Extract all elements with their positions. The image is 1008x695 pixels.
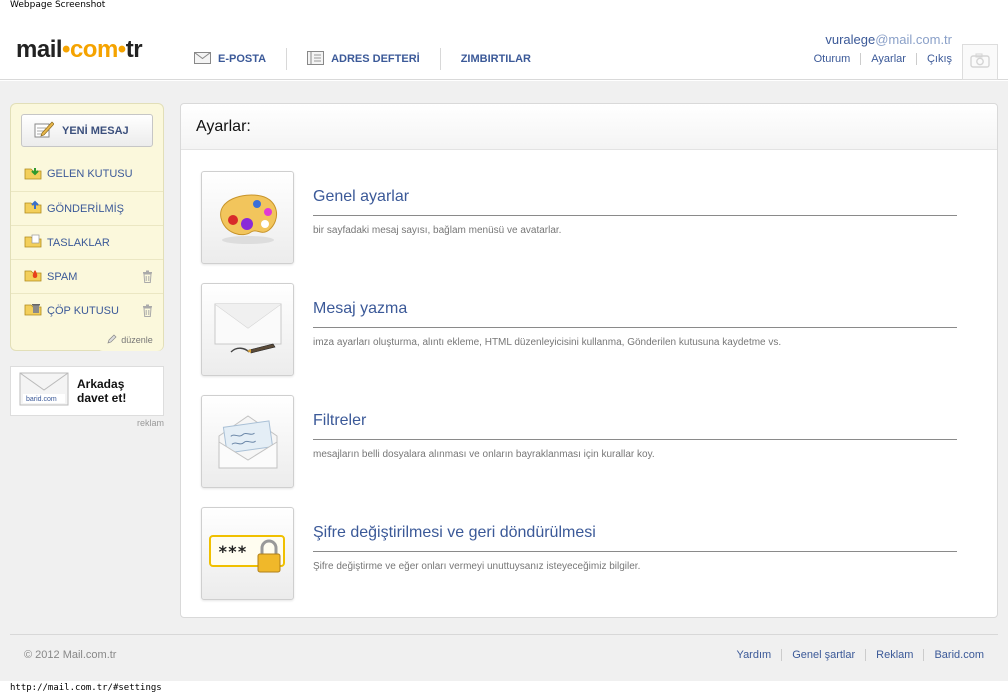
invite-line2: davet et! (77, 391, 127, 405)
compose-icon (34, 120, 55, 141)
setting-password-desc: Şifre değiştirme ve eğer onları vermeyi … (313, 561, 641, 572)
setting-password: *** Şifre değiştirilmesi ve geri döndürü… (201, 507, 977, 601)
palette-icon[interactable] (201, 171, 294, 264)
nav-email[interactable]: E-POSTA (194, 48, 288, 70)
settings-link[interactable]: Ayarlar (861, 53, 917, 65)
help-link[interactable]: Yardım (727, 649, 783, 661)
logo-tr: tr (125, 36, 143, 63)
footer-links: Yardım Genel şartlar Reklam Barid.com (727, 649, 984, 661)
site-logo[interactable]: mail•com•tr (16, 36, 143, 64)
screenshot-caption: Webpage Screenshot (10, 0, 106, 10)
logout-link[interactable]: Çıkış (917, 53, 952, 65)
panel-title: Ayarlar: (181, 104, 997, 150)
setting-compose: Mesaj yazma imza ayarları oluşturma, alı… (201, 283, 977, 377)
divider (313, 327, 957, 328)
header: mail•com•tr E-POSTA ADRES DEFTERİ ZIMBIR… (0, 12, 1008, 80)
user-links: Oturum Ayarlar Çıkış (804, 53, 952, 65)
barid-brand-text: barid.com (26, 396, 57, 403)
new-message-button[interactable]: YENİ MESAJ (21, 114, 153, 147)
folder-spam[interactable]: SPAM (11, 259, 163, 293)
folder-inbox[interactable]: GELEN KUTUSU (11, 157, 163, 191)
setting-compose-desc: imza ayarları oluşturma, alıntı ekleme, … (313, 337, 782, 348)
folder-spam-label: SPAM (47, 270, 78, 283)
envelope-pen-icon[interactable] (201, 283, 294, 376)
divider (313, 439, 957, 440)
invite-text: Arkadaş davet et! (77, 377, 126, 405)
drafts-folder-icon (24, 234, 42, 251)
ad-label: reklam (136, 418, 164, 428)
empty-trash-icon[interactable] (142, 304, 153, 320)
invite-line1: Arkadaş (77, 377, 125, 391)
password-mask-text: *** (218, 542, 247, 561)
logo-dot: • (117, 36, 126, 63)
status-bar-url: http://mail.com.tr/#settings (10, 683, 162, 693)
divider (313, 215, 957, 216)
envelope-icon (194, 51, 211, 67)
spam-folder-icon (24, 268, 42, 285)
copyright: © 2012 Mail.com.tr (24, 649, 117, 661)
folder-trash-label: ÇÖP KUTUSU (47, 304, 119, 317)
new-message-label: YENİ MESAJ (62, 124, 129, 137)
folder-drafts[interactable]: TASLAKLAR (11, 225, 163, 259)
pencil-icon (107, 334, 117, 346)
sent-folder-icon (24, 200, 42, 217)
folder-list: GELEN KUTUSU GÖNDERİLMİŞ TASLAKLAR SPAM (11, 157, 163, 327)
nav-extras[interactable]: ZIMBIRTILAR (441, 48, 551, 70)
empty-spam-icon[interactable] (142, 270, 153, 286)
barid-link[interactable]: Barid.com (924, 649, 984, 661)
folder-trash[interactable]: ÇÖP KUTUSU (11, 293, 163, 327)
top-navigation: E-POSTA ADRES DEFTERİ ZIMBIRTILAR (194, 48, 551, 70)
folder-sent[interactable]: GÖNDERİLMİŞ (11, 191, 163, 225)
setting-general-title[interactable]: Genel ayarlar (313, 188, 409, 206)
edit-folders-link[interactable]: düzenle (97, 329, 163, 351)
folder-panel: YENİ MESAJ GELEN KUTUSU GÖNDERİLMİŞ TASL… (10, 103, 164, 351)
setting-filters-desc: mesajların belli dosyalara alınması ve o… (313, 449, 655, 460)
setting-compose-title[interactable]: Mesaj yazma (313, 300, 407, 318)
logo-com: com (69, 36, 118, 63)
setting-filters: Filtreler mesajların belli dosyalara alı… (201, 395, 977, 489)
nav-extras-label: ZIMBIRTILAR (460, 53, 531, 65)
camera-icon (970, 53, 990, 72)
folder-sent-label: GÖNDERİLMİŞ (47, 202, 125, 215)
user-email: vuralege@mail.com.tr (804, 32, 952, 47)
terms-link[interactable]: Genel şartlar (782, 649, 867, 661)
edit-folders-label: düzenle (121, 335, 153, 345)
settings-panel: Ayarlar: Genel ayarlar bir sayfadaki mes… (180, 103, 998, 618)
address-book-icon (307, 50, 325, 68)
divider (313, 551, 957, 552)
logo-dot: • (62, 36, 70, 63)
advertising-link[interactable]: Reklam (866, 649, 925, 661)
user-box: vuralege@mail.com.tr Oturum Ayarlar Çıkı… (804, 32, 952, 65)
user-domain: @mail.com.tr (875, 32, 952, 47)
trash-folder-icon (24, 302, 42, 319)
setting-general-desc: bir sayfadaki mesaj sayısı, bağlam menüs… (313, 225, 562, 236)
user-name: vuralege (825, 32, 876, 47)
inbox-folder-icon (24, 166, 42, 183)
folder-inbox-label: GELEN KUTUSU (47, 168, 133, 180)
nav-email-label: E-POSTA (218, 53, 267, 65)
password-lock-icon[interactable]: *** (201, 507, 294, 600)
invite-friend-banner[interactable]: barid.com Arkadaş davet et! (10, 366, 164, 416)
barid-envelope-icon: barid.com (19, 372, 69, 410)
nav-address-book[interactable]: ADRES DEFTERİ (287, 48, 441, 70)
setting-general: Genel ayarlar bir sayfadaki mesaj sayısı… (201, 171, 977, 265)
session-link[interactable]: Oturum (804, 53, 862, 65)
open-letter-icon[interactable] (201, 395, 294, 488)
setting-filters-title[interactable]: Filtreler (313, 412, 366, 430)
avatar[interactable] (962, 44, 998, 80)
folder-drafts-label: TASLAKLAR (47, 236, 110, 249)
setting-password-title[interactable]: Şifre değiştirilmesi ve geri döndürülmes… (313, 524, 596, 542)
nav-address-book-label: ADRES DEFTERİ (331, 53, 420, 65)
footer: © 2012 Mail.com.tr Yardım Genel şartlar … (10, 634, 998, 674)
logo-mail: mail (16, 36, 63, 63)
